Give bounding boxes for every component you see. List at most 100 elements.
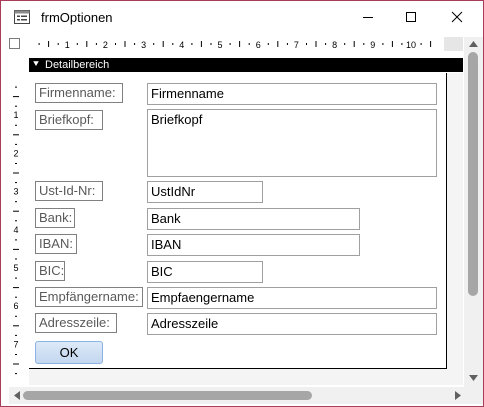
- ruler-number: 6: [13, 301, 18, 311]
- ruler-number: 2: [13, 148, 18, 158]
- ruler-number: 4: [13, 225, 18, 235]
- label-iban[interactable]: IBAN:: [35, 234, 77, 254]
- section-header-detail[interactable]: ⯆ Detailbereich: [29, 58, 463, 72]
- label-ust-id-nr[interactable]: Ust-Id-Nr:: [35, 181, 103, 201]
- scroll-left-icon: [14, 391, 20, 400]
- textbox-empfaengername[interactable]: Empfaengername: [147, 287, 437, 309]
- ruler-tick: [15, 86, 17, 88]
- ruler-tick: [15, 354, 17, 355]
- ruler-tick: [315, 41, 317, 47]
- ruler-number: 3: [13, 187, 18, 197]
- ruler-tick: [15, 124, 17, 126]
- scroll-left-button[interactable]: [11, 389, 23, 402]
- ruler-number: 2: [103, 40, 108, 50]
- label-adresszeile[interactable]: Adresszeile:: [35, 313, 117, 333]
- ruler-tick: [239, 41, 241, 47]
- ruler-number: 6: [256, 40, 261, 50]
- minimize-button[interactable]: [345, 1, 391, 33]
- ruler-tick: [200, 41, 202, 47]
- ruler-tick: [115, 43, 116, 45]
- ruler-tick: [15, 277, 17, 279]
- ruler-tick: [13, 134, 19, 136]
- textbox-bank[interactable]: Bank: [147, 208, 360, 230]
- ruler-tick: [15, 334, 17, 336]
- form-selector-box[interactable]: [9, 38, 20, 49]
- close-button[interactable]: [434, 1, 480, 33]
- ruler-tick: [13, 325, 19, 327]
- label-empfaengername[interactable]: Empfängername:: [35, 287, 143, 307]
- ruler-tick: [15, 182, 17, 184]
- ruler-number: 8: [332, 40, 337, 50]
- label-bic[interactable]: BIC:: [35, 261, 65, 281]
- section-header-ruler: [9, 57, 23, 73]
- ruler-tick: [267, 43, 269, 45]
- label-bank[interactable]: Bank:: [35, 208, 75, 228]
- textbox-briefkopf[interactable]: Briefkopf: [147, 109, 437, 177]
- textbox-ust-id-nr[interactable]: UstIdNr: [147, 181, 263, 203]
- ruler-number: 1: [65, 40, 70, 50]
- ruler-tick: [15, 373, 17, 375]
- textbox-bic[interactable]: BIC: [147, 261, 263, 283]
- vertical-ruler-marks: 1 2 3 4 5 6 7: [13, 86, 19, 375]
- textbox-firmenname[interactable]: Firmenname: [147, 83, 437, 105]
- ok-button[interactable]: OK: [35, 341, 103, 364]
- ruler-tick: [15, 258, 17, 260]
- ruler-tick: [95, 43, 97, 45]
- ruler-number: 7: [294, 40, 299, 50]
- ruler-number: 5: [217, 40, 222, 50]
- ruler-tick: [401, 43, 403, 45]
- vertical-scroll-thumb[interactable]: [468, 52, 478, 296]
- ruler-tick: [13, 96, 19, 98]
- ruler-tick: [229, 43, 231, 45]
- scroll-down-button[interactable]: [464, 371, 483, 385]
- maximize-button[interactable]: [388, 1, 434, 33]
- textbox-adresszeile[interactable]: Adresszeile: [147, 313, 437, 335]
- window-title: frmOptionen: [41, 10, 113, 25]
- scroll-up-button[interactable]: [464, 37, 483, 51]
- ruler-tick: [15, 201, 17, 203]
- ruler-tick: [191, 43, 193, 45]
- ruler-number: 5: [13, 263, 18, 273]
- ruler-tick: [13, 210, 19, 212]
- ruler-tick: [15, 315, 17, 317]
- ruler-tick: [86, 41, 88, 47]
- ruler-tick: [13, 248, 19, 250]
- ruler-tick: [15, 220, 17, 222]
- scroll-up-icon: [469, 41, 478, 47]
- close-icon: [451, 11, 463, 23]
- ruler-tick: [420, 43, 422, 45]
- ruler-tick: [248, 43, 250, 45]
- scroll-right-icon: [455, 391, 461, 400]
- ruler-tick: [277, 41, 279, 47]
- ruler-tick: [15, 143, 17, 145]
- ruler-number: 1: [13, 110, 18, 120]
- label-briefkopf[interactable]: Briefkopf:: [35, 110, 103, 130]
- scroll-right-button[interactable]: [452, 389, 464, 402]
- ruler-tick: [172, 43, 174, 45]
- maximize-icon: [406, 12, 416, 22]
- horizontal-scrollbar[interactable]: [9, 387, 464, 404]
- resize-grip[interactable]: [464, 387, 483, 404]
- ruler-number: 4: [179, 40, 184, 50]
- ruler-tick: [430, 41, 432, 47]
- section-label: Detailbereich: [45, 59, 110, 71]
- textbox-iban[interactable]: IBAN: [147, 234, 360, 256]
- vertical-scrollbar[interactable]: [464, 37, 483, 387]
- minimize-icon: [363, 17, 373, 18]
- label-firmenname[interactable]: Firmenname:: [35, 83, 123, 103]
- ruler-number: 9: [370, 40, 375, 50]
- ruler-tick: [15, 296, 17, 298]
- ruler-tick: [57, 43, 59, 45]
- horizontal-ruler: 1 2 3 4 5 6 7 8 9 10: [21, 37, 463, 51]
- ruler-tick: [13, 287, 19, 289]
- ruler-tick: [15, 105, 17, 107]
- ruler-tick: [48, 41, 50, 47]
- ruler-number: 10: [406, 40, 416, 50]
- horizontal-scroll-thumb[interactable]: [23, 391, 312, 400]
- ruler-tick: [286, 43, 288, 45]
- ruler-tick: [162, 41, 164, 47]
- ruler-tick: [382, 43, 384, 45]
- ruler-end-area: [444, 37, 463, 51]
- ruler-tick: [153, 43, 155, 45]
- title-bar[interactable]: frmOptionen: [1, 1, 483, 33]
